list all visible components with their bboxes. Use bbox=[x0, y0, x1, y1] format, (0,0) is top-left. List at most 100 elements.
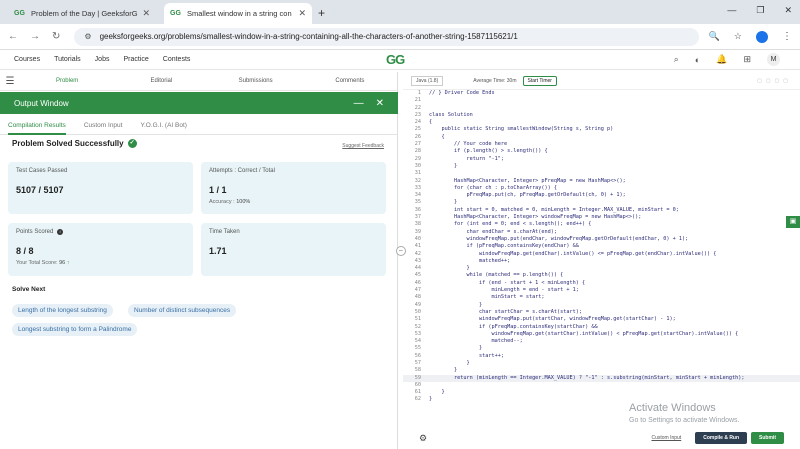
code-line[interactable]: 40 windowFreqMap.put(endChar, windowFreq… bbox=[403, 236, 800, 243]
fold-arrow-icon[interactable] bbox=[425, 97, 429, 104]
theme-toggle-icon[interactable]: ◐ bbox=[695, 55, 700, 65]
code-line[interactable]: 48 minStart = start; bbox=[403, 294, 800, 301]
code-line[interactable]: 1 // } Driver Code Ends bbox=[403, 90, 800, 97]
minimize-panel-icon[interactable]: — bbox=[354, 98, 364, 109]
tab-comments[interactable]: Comments bbox=[303, 78, 397, 84]
grid-menu-icon[interactable]: ⊞ bbox=[743, 54, 751, 65]
code-line[interactable]: 28 if (p.length() > s.length()) { bbox=[403, 148, 800, 155]
code-line[interactable]: 52 if (pFreqMap.containsKey(startChar) &… bbox=[403, 324, 800, 331]
code-line[interactable]: 58 } bbox=[403, 367, 800, 374]
menu-courses[interactable]: Courses bbox=[14, 56, 40, 63]
close-panel-icon[interactable]: ✕ bbox=[376, 98, 384, 109]
code-line[interactable]: 53 windowFreqMap.get(startChar).intValue… bbox=[403, 331, 800, 338]
notification-bell-icon[interactable]: 🔔 bbox=[716, 54, 727, 65]
close-tab-icon[interactable]: ✕ bbox=[298, 8, 306, 19]
code-line[interactable]: 29 return "-1"; bbox=[403, 156, 800, 163]
browser-tab-active[interactable]: GG Smallest window in a string con ✕ bbox=[164, 3, 312, 24]
tab-editorial[interactable]: Editorial bbox=[114, 78, 208, 84]
url-field[interactable]: ⚙ geeksforgeeks.org/problems/smallest-wi… bbox=[74, 27, 699, 46]
close-tab-icon[interactable]: ✕ bbox=[142, 8, 150, 19]
language-select[interactable]: Java (1.8) bbox=[411, 75, 444, 86]
chip-longest-substring[interactable]: Length of the longest substring bbox=[12, 304, 113, 317]
site-info-icon[interactable]: ⚙ bbox=[84, 32, 91, 41]
custom-input-link[interactable]: Custom Input bbox=[651, 435, 681, 441]
code-line[interactable]: 39 char endChar = s.charAt(end); bbox=[403, 229, 800, 236]
info-icon[interactable]: i bbox=[57, 229, 64, 235]
chat-float-icon[interactable]: ▣ bbox=[786, 216, 800, 228]
avatar[interactable]: M bbox=[767, 53, 780, 66]
menu-practice[interactable]: Practice bbox=[123, 56, 148, 63]
code-line[interactable]: 55 } bbox=[403, 345, 800, 352]
code-line[interactable]: 49 } bbox=[403, 302, 800, 309]
submit-button[interactable]: Submit bbox=[751, 432, 784, 444]
forward-icon[interactable]: → bbox=[30, 31, 40, 42]
code-line[interactable]: 61 } bbox=[403, 389, 800, 396]
code-line[interactable]: 30 } bbox=[403, 163, 800, 170]
bookmark-star-icon[interactable]: ☆ bbox=[734, 31, 742, 42]
code-line[interactable]: 47 minLength = end - start + 1; bbox=[403, 287, 800, 294]
code-line[interactable]: 24 { bbox=[403, 119, 800, 126]
close-window-icon[interactable]: ✕ bbox=[784, 5, 792, 16]
profile-icon[interactable] bbox=[756, 30, 768, 43]
code-line[interactable]: 57 } bbox=[403, 360, 800, 367]
code-line[interactable]: 50 char startChar = s.charAt(start); bbox=[403, 309, 800, 316]
code-line[interactable]: 42 windowFreqMap.get(endChar).intValue()… bbox=[403, 251, 800, 258]
code-line[interactable]: 31 bbox=[403, 170, 800, 177]
code-line[interactable]: 36 int start = 0, matched = 0, minLength… bbox=[403, 207, 800, 214]
code-line[interactable]: 22 bbox=[403, 105, 800, 112]
menu-jobs[interactable]: Jobs bbox=[95, 56, 110, 63]
menu-tutorials[interactable]: Tutorials bbox=[54, 56, 81, 63]
code-line[interactable]: 26 { bbox=[403, 134, 800, 141]
search-icon[interactable]: ⌕ bbox=[674, 54, 679, 65]
tab-problem[interactable]: Problem bbox=[20, 78, 114, 84]
chip-palindrome-substring[interactable]: Longest substring to form a Palindrome bbox=[12, 323, 138, 336]
code-line[interactable]: 60 bbox=[403, 382, 800, 389]
code-line[interactable]: 54 matched--; bbox=[403, 338, 800, 345]
code-line[interactable]: 51 windowFreqMap.put(startChar, windowFr… bbox=[403, 316, 800, 323]
code-line[interactable]: 34 pFreqMap.put(ch, pFreqMap.getOrDefaul… bbox=[403, 192, 800, 199]
menu-contests[interactable]: Contests bbox=[163, 56, 191, 63]
code-line[interactable]: 62} bbox=[403, 396, 800, 403]
code-line[interactable]: 45 while (matched == p.length()) { bbox=[403, 272, 800, 279]
editor-tool-icons[interactable]: ▢▢▢▢ bbox=[757, 78, 792, 84]
code-line[interactable]: 46 if (end - start + 1 < minLength) { bbox=[403, 280, 800, 287]
code-line[interactable]: 43 matched++; bbox=[403, 258, 800, 265]
code-line[interactable]: 27 // Your code here bbox=[403, 141, 800, 148]
code-line[interactable]: 44 } bbox=[403, 265, 800, 272]
code-line[interactable]: 41 if (pFreqMap.containsKey(endChar) && bbox=[403, 243, 800, 250]
settings-icon[interactable]: ⚙ bbox=[419, 433, 427, 444]
back-icon[interactable]: ← bbox=[8, 31, 18, 42]
chip-distinct-subsequences[interactable]: Number of distinct subsequences bbox=[128, 304, 237, 317]
fold-arrow-icon[interactable] bbox=[425, 382, 429, 389]
code-line[interactable]: 35 } bbox=[403, 199, 800, 206]
restore-icon[interactable]: ❐ bbox=[756, 5, 764, 16]
reload-icon[interactable]: ↻ bbox=[52, 31, 60, 42]
fold-arrow-icon[interactable] bbox=[425, 170, 429, 177]
code-line[interactable]: 25 public static String smallestWindow(S… bbox=[403, 126, 800, 133]
suggest-feedback-link[interactable]: Suggest Feedback bbox=[342, 143, 384, 149]
line-code: // Your code here bbox=[429, 141, 508, 148]
gfg-logo[interactable]: GG bbox=[386, 52, 405, 67]
compile-run-button[interactable]: Compile & Run bbox=[695, 432, 748, 444]
code-line[interactable]: 56 start++; bbox=[403, 353, 800, 360]
start-timer-button[interactable]: Start Timer bbox=[522, 75, 557, 86]
browser-tab-potd[interactable]: GG Problem of the Day | GeeksforG ✕ bbox=[8, 3, 156, 24]
code-line[interactable]: 59 return (minLength == Integer.MAX_VALU… bbox=[403, 374, 800, 382]
fold-arrow-icon[interactable] bbox=[425, 105, 429, 112]
tab-compilation-results[interactable]: Compilation Results bbox=[8, 116, 66, 135]
zoom-icon[interactable]: 🔍 bbox=[709, 31, 720, 42]
hamburger-icon[interactable]: ☰ bbox=[0, 76, 20, 87]
code-line[interactable]: 37 HashMap<Character, Integer> windowFre… bbox=[403, 214, 800, 221]
tab-submissions[interactable]: Submissions bbox=[209, 78, 303, 84]
tab-custom-input[interactable]: Custom Input bbox=[84, 116, 123, 135]
code-line[interactable]: 32 HashMap<Character, Integer> pFreqMap … bbox=[403, 178, 800, 185]
code-editor[interactable]: 1 // } Driver Code Ends 21 22 23 class Soluti… bbox=[403, 90, 800, 410]
tab-yogi-bot[interactable]: Y.O.G.I. (AI Bot) bbox=[140, 116, 186, 135]
code-line[interactable]: 23 class Solution bbox=[403, 112, 800, 119]
new-tab-icon[interactable]: + bbox=[318, 6, 325, 20]
code-line[interactable]: 38 for (int end = 0; end < s.length(); e… bbox=[403, 221, 800, 228]
minimize-icon[interactable]: — bbox=[727, 5, 736, 16]
browser-menu-icon[interactable]: ⋮ bbox=[782, 31, 792, 42]
code-line[interactable]: 21 bbox=[403, 97, 800, 104]
code-line[interactable]: 33 for (char ch : p.toCharArray()) { bbox=[403, 185, 800, 192]
